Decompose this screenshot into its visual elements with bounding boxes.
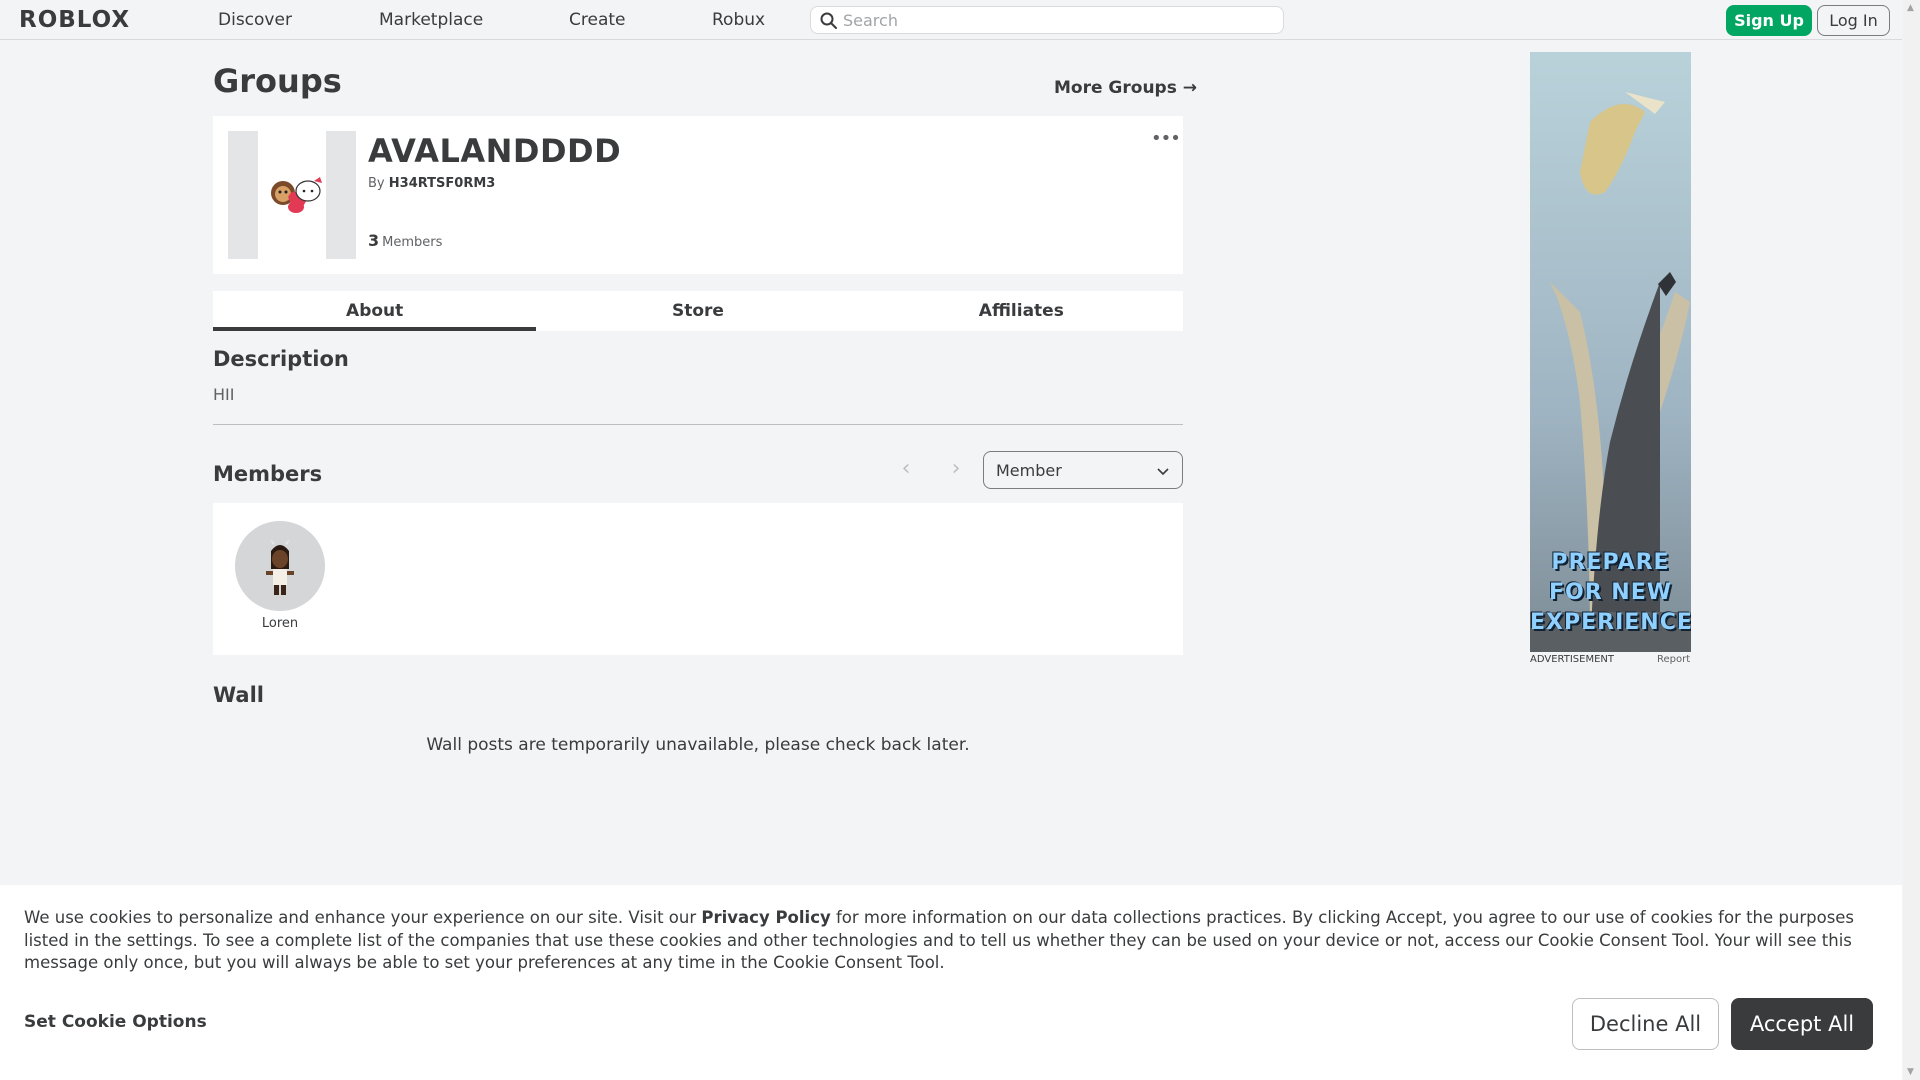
role-dropdown[interactable]: Member: [983, 451, 1183, 489]
advertisement-banner[interactable]: PREPARE FOR NEW EXPERIENCES: [1530, 52, 1691, 652]
member-card[interactable]: Loren: [213, 503, 347, 655]
nav-marketplace[interactable]: Marketplace: [379, 10, 483, 30]
group-emblem-image: [271, 177, 322, 213]
member-name[interactable]: Loren: [223, 616, 337, 631]
group-owner-link[interactable]: H34RTSF0RM3: [389, 176, 496, 191]
description-heading: Description: [213, 347, 349, 371]
chevron-down-icon: [1157, 468, 1169, 476]
section-divider: [213, 424, 1183, 425]
decline-all-button[interactable]: Decline All: [1572, 998, 1719, 1050]
tab-about[interactable]: About: [213, 291, 537, 331]
search-icon: [820, 12, 837, 29]
group-by-prefix: By: [368, 176, 385, 191]
group-member-count: 3 Members: [368, 231, 442, 250]
search-box[interactable]: [810, 6, 1284, 34]
advertisement-label: ADVERTISEMENT: [1530, 654, 1615, 665]
description-text: HII: [213, 385, 235, 404]
login-button[interactable]: Log In: [1817, 5, 1890, 36]
group-name: AVALANDDDD: [368, 132, 622, 170]
role-dropdown-value: Member: [996, 461, 1062, 480]
nav-create[interactable]: Create: [569, 10, 626, 30]
members-list: Loren: [213, 503, 1183, 655]
group-tabs: About Store Affiliates: [213, 291, 1183, 331]
group-header-card: AVALANDDDD By H34RTSF0RM3 3 Members •••: [213, 116, 1183, 274]
member-avatar-image: [235, 521, 325, 611]
ad-report-link[interactable]: Report: [1657, 654, 1690, 665]
wall-unavailable-message: Wall posts are temporarily unavailable, …: [426, 735, 970, 755]
set-cookie-options-link[interactable]: Set Cookie Options: [24, 1012, 207, 1032]
more-groups-link[interactable]: More Groups →: [1054, 78, 1197, 98]
scroll-up-arrow-icon[interactable]: ▲: [1907, 3, 1914, 13]
wall-heading: Wall: [213, 683, 264, 707]
signup-button[interactable]: Sign Up: [1726, 5, 1812, 36]
nav-robux[interactable]: Robux: [712, 10, 765, 30]
group-owner-line: By H34RTSF0RM3: [368, 176, 495, 191]
privacy-policy-link[interactable]: Privacy Policy: [701, 908, 830, 927]
chevron-left-icon[interactable]: ‹: [896, 456, 916, 484]
chevron-right-icon[interactable]: ›: [946, 456, 966, 484]
accept-all-button[interactable]: Accept All: [1731, 998, 1873, 1050]
tab-store[interactable]: Store: [536, 291, 859, 331]
cookie-text-before: We use cookies to personalize and enhanc…: [24, 908, 702, 927]
nav-discover[interactable]: Discover: [218, 10, 292, 30]
tab-affiliates[interactable]: Affiliates: [860, 291, 1183, 331]
scroll-down-arrow-icon[interactable]: ▼: [1907, 1067, 1914, 1077]
advertisement-caption: PREPARE FOR NEW EXPERIENCES: [1530, 550, 1691, 635]
more-dots-icon[interactable]: •••: [1151, 128, 1181, 149]
search-input[interactable]: [843, 9, 1263, 31]
page-scrollbar[interactable]: ▲ ▼: [1903, 0, 1920, 1080]
page-title: Groups: [213, 62, 342, 100]
top-navbar: ROBLOX Discover Marketplace Create Robux…: [0, 0, 1902, 40]
member-count-label: Members: [382, 235, 443, 250]
roblox-logo[interactable]: ROBLOX: [19, 7, 130, 33]
group-emblem: [228, 131, 356, 259]
cookie-consent-banner: We use cookies to personalize and enhanc…: [0, 885, 1902, 1080]
member-count-value: 3: [368, 231, 380, 250]
cookie-message: We use cookies to personalize and enhanc…: [24, 907, 1884, 975]
avatar[interactable]: [235, 521, 325, 611]
members-heading: Members: [213, 462, 323, 486]
